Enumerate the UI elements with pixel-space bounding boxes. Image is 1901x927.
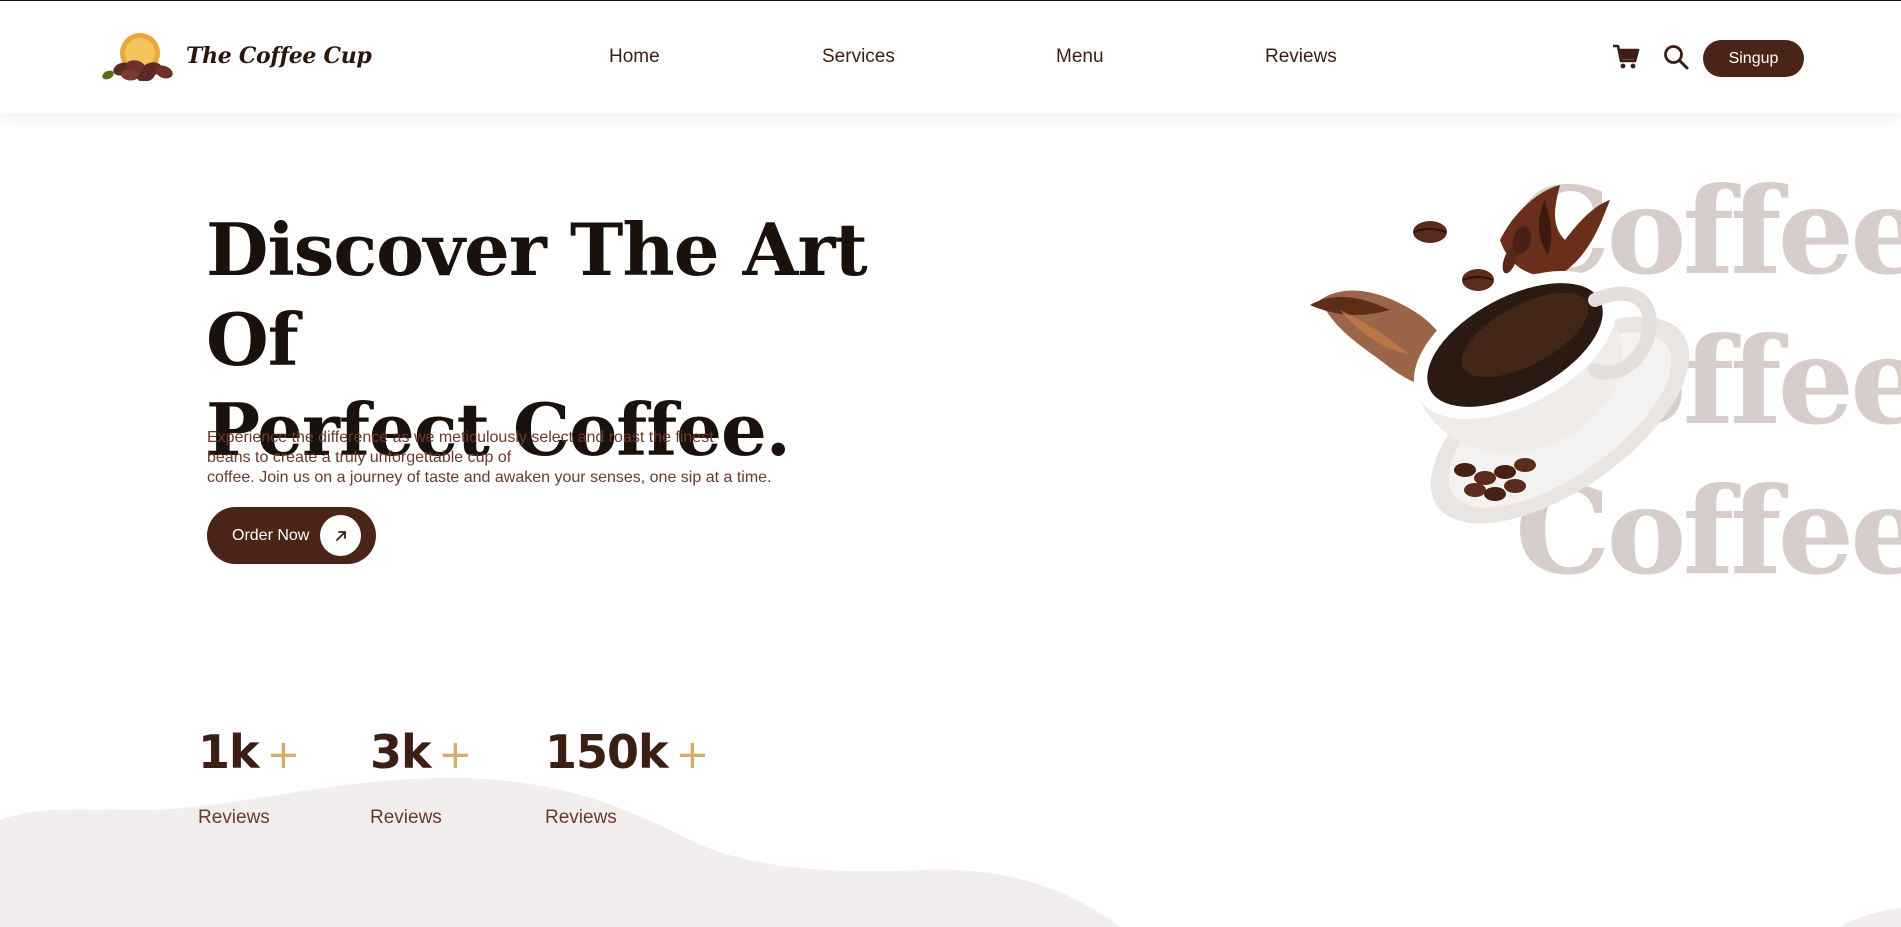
cart-icon[interactable] [1612,43,1640,71]
stat-item: 1k + Reviews [198,725,301,828]
stat-item: 3k + Reviews [370,725,473,828]
stat-plus: + [266,732,301,778]
stat-item: 150k + Reviews [545,725,710,828]
stat-label: Reviews [370,807,442,828]
nav-reviews[interactable]: Reviews [1265,46,1337,68]
hero-description-line: coffee. Join us on a journey of taste an… [207,469,772,486]
stat-label: Reviews [198,807,270,828]
stat-value: 3k [370,725,432,779]
stat-plus: + [675,732,710,778]
coffee-cup-splash-image [1310,185,1690,524]
hero-description-line: beans to create a truly unforgettable cu… [207,449,512,466]
nav-menu[interactable]: Menu [1056,46,1104,68]
signup-button[interactable]: Singup [1703,40,1804,77]
coffee-beans-logo-icon [102,33,173,81]
order-now-label: Order Now [232,526,310,544]
hero-description-line: Experience the difference as we meticulo… [207,429,714,446]
brand-logo[interactable]: The Coffee Cup [100,31,372,81]
stat-value: 150k [545,725,669,779]
site-header: The Coffee Cup Home Services Menu Review… [0,1,1901,113]
hero-description: Experience the difference as we meticulo… [207,428,867,488]
order-now-button[interactable]: Order Now [207,507,376,564]
brand-name: The Coffee Cup [186,43,372,69]
search-icon[interactable] [1662,43,1690,71]
nav-services[interactable]: Services [822,46,895,68]
background-wave [0,777,1901,927]
arrow-up-right-icon [320,515,361,556]
hero-title-line: Discover The Art Of [206,207,868,382]
nav-home[interactable]: Home [609,46,660,68]
stat-plus: + [438,732,473,778]
header-icons [1612,43,1690,71]
stat-value: 1k [198,725,260,779]
stat-label: Reviews [545,807,617,828]
